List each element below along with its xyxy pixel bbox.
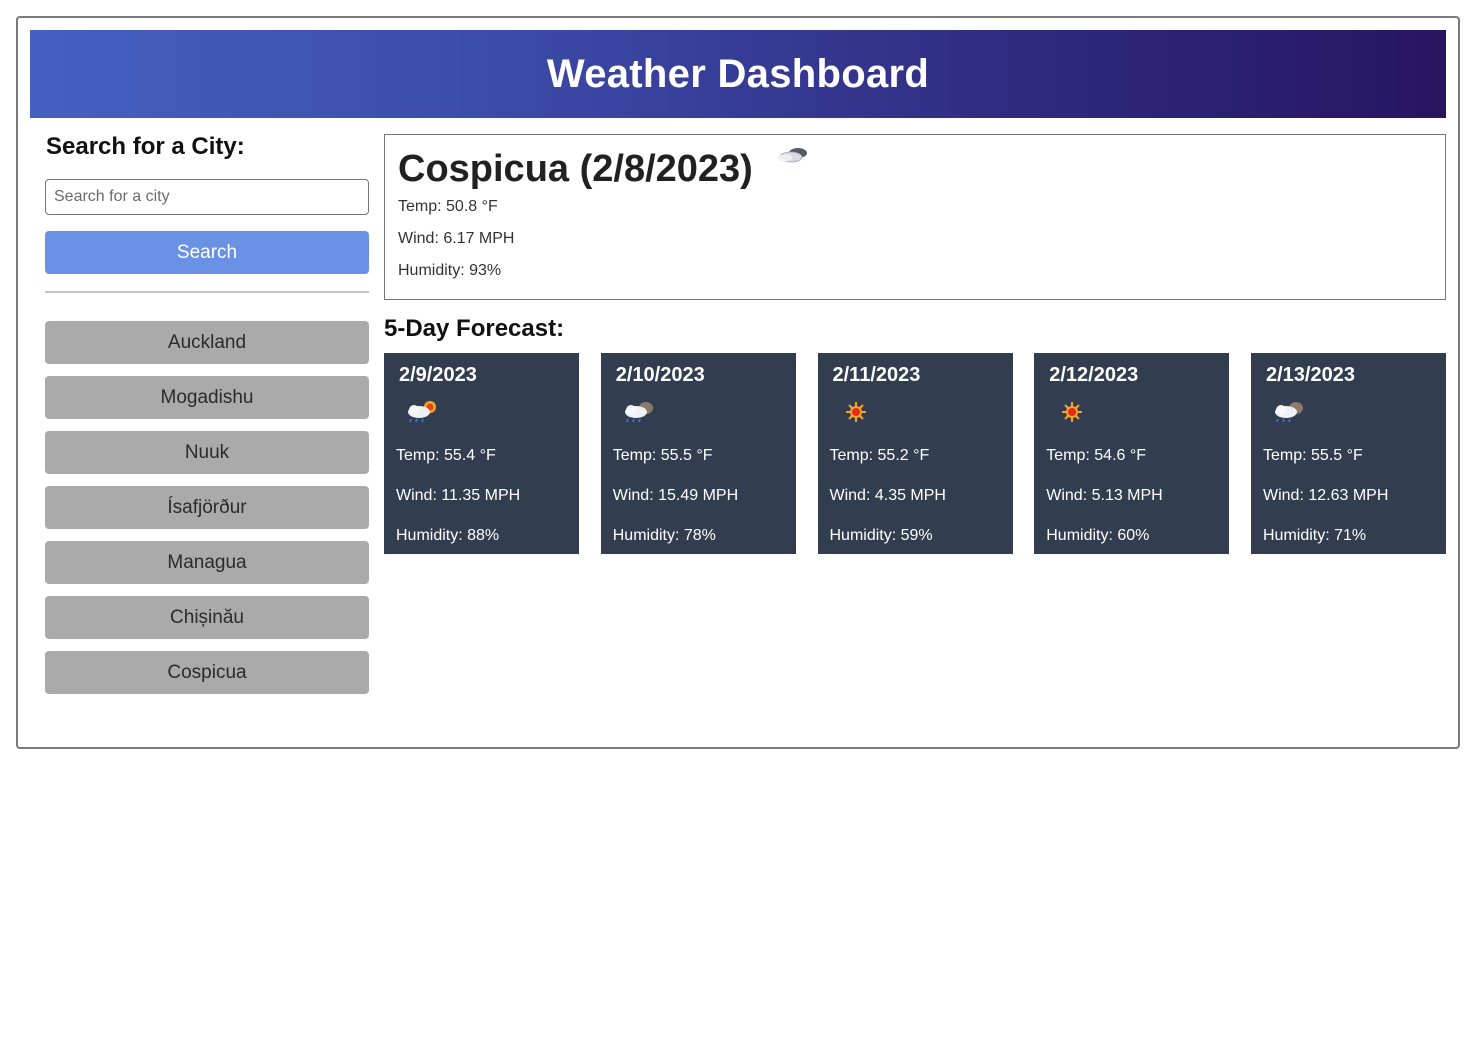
rain-cloud-icon — [1275, 402, 1303, 423]
forecast-card: 2/12/2023 Temp: 54.6 °F Wind: 5.13 MPH H… — [1034, 353, 1230, 554]
forecast-wind: Wind: 4.35 MPH — [829, 487, 946, 504]
history-button-managua[interactable]: Managua — [45, 541, 369, 584]
forecast-temp: Temp: 54.6 °F — [1046, 447, 1147, 464]
forecast-date: 2/10/2023 — [615, 364, 705, 386]
search-history: Auckland Mogadishu Nuuk Ísafjörður Manag… — [45, 321, 369, 694]
forecast-wind: Wind: 11.35 MPH — [396, 487, 521, 504]
history-button-chisinau[interactable]: Chișinău — [45, 596, 369, 639]
forecast-temp: Temp: 55.5 °F — [1263, 447, 1363, 464]
sun-icon — [845, 402, 866, 422]
search-heading: Search for a City: — [46, 133, 245, 160]
divider — [45, 291, 369, 293]
sidebar: Search for a City: Search Auckland Mogad… — [45, 132, 369, 706]
forecast-humidity: Humidity: 71% — [1263, 527, 1367, 544]
forecast-wind: Wind: 12.63 MPH — [1263, 487, 1389, 504]
forecast-humidity: Humidity: 88% — [396, 527, 500, 544]
search-button[interactable]: Search — [45, 231, 369, 274]
app-header: Weather Dashboard — [30, 30, 1446, 118]
page-title: Weather Dashboard — [546, 51, 930, 96]
forecast-heading: 5-Day Forecast: — [384, 315, 565, 342]
forecast-card: 2/13/2023 Temp: 55.5 °F Wind: 12.63 MPH … — [1251, 353, 1446, 554]
history-button-mogadishu[interactable]: Mogadishu — [45, 376, 369, 419]
forecast-wind: Wind: 5.13 MPH — [1046, 487, 1163, 504]
forecast-card: 2/10/2023 Temp: 55.5 °F Wind: 15.49 MPH … — [600, 353, 796, 554]
forecast-humidity: Humidity: 78% — [612, 527, 716, 544]
rain-cloud-icon — [624, 402, 653, 423]
forecast-date: 2/12/2023 — [1049, 364, 1139, 386]
forecast-card: 2/11/2023 Temp: 55.2 °F Wind: 4.35 MPH H… — [817, 353, 1013, 554]
sun-icon — [1062, 402, 1083, 422]
history-button-cospicua[interactable]: Cospicua — [45, 651, 369, 694]
forecast-date: 2/11/2023 — [832, 364, 921, 386]
app-frame: Weather Dashboard Search for a City: Sea… — [16, 16, 1460, 749]
current-humidity: Humidity: 93% — [398, 262, 502, 279]
forecast-card: 2/9/2023 Temp: 55.4 °F Wind: 11.35 MPH H… — [384, 353, 579, 554]
forecast-date: 2/13/2023 — [1266, 364, 1355, 386]
current-city-title: Cospicua (2/8/2023) — [398, 148, 753, 190]
history-button-isafjordur[interactable]: Ísafjörður — [45, 486, 369, 529]
forecast-row: 2/9/2023 Temp: 55.4 °F Wind: 11.35 MPH H… — [384, 353, 1446, 554]
forecast-temp: Temp: 55.4 °F — [396, 447, 496, 464]
cloud-icon — [777, 148, 807, 163]
rain-sun-icon — [408, 401, 436, 423]
city-search-input[interactable] — [45, 179, 369, 215]
forecast-wind: Wind: 15.49 MPH — [612, 487, 739, 504]
history-button-auckland[interactable]: Auckland — [45, 321, 369, 364]
history-button-nuuk[interactable]: Nuuk — [45, 431, 369, 474]
forecast-date: 2/9/2023 — [399, 364, 477, 386]
forecast-temp: Temp: 55.5 °F — [612, 447, 713, 464]
current-wind: Wind: 6.17 MPH — [398, 230, 515, 247]
current-temp: Temp: 50.8 °F — [398, 198, 498, 215]
current-weather-card: Cospicua (2/8/2023) Temp: 50.8 °F Wind: … — [384, 134, 1446, 300]
forecast-humidity: Humidity: 59% — [829, 527, 933, 544]
forecast-humidity: Humidity: 60% — [1046, 527, 1150, 544]
forecast-temp: Temp: 55.2 °F — [829, 447, 930, 464]
